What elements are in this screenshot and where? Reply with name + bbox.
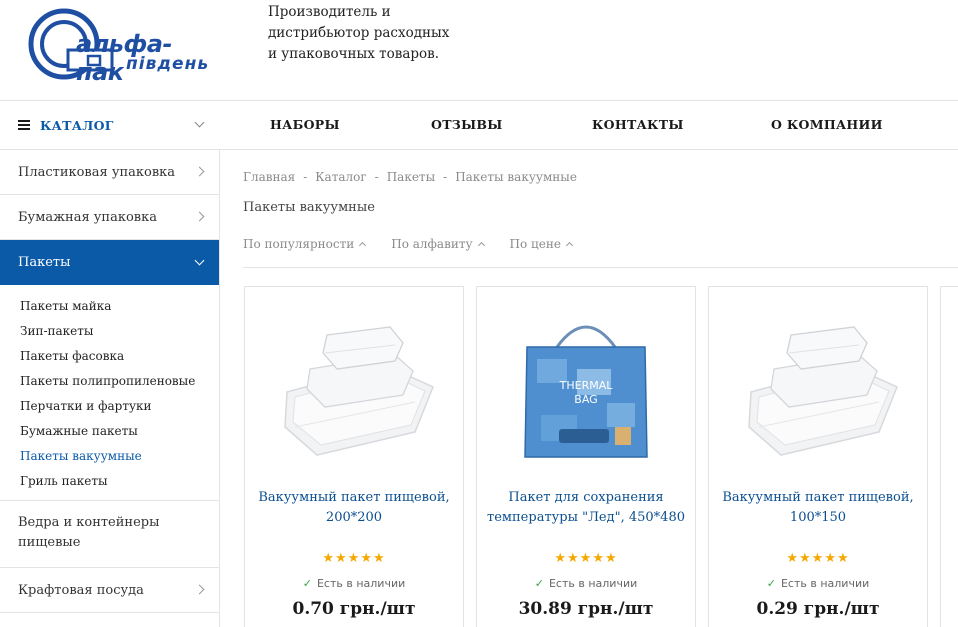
sidebar-subitem[interactable]: Пакеты фасовка <box>20 344 219 369</box>
sidebar-item-label: Пластиковая упаковка <box>18 164 176 180</box>
sidebar-subitems: Пакеты майка Зип-пакеты Пакеты фасовка П… <box>0 285 219 501</box>
chevron-up-icon <box>477 241 485 250</box>
site-header: альфа-пак південь Производитель и дистри… <box>0 0 958 101</box>
logo[interactable]: альфа-пак південь <box>28 6 210 86</box>
product-price: 30.89 грн./шт <box>518 599 654 619</box>
sidebar-item-label: Крафтовая посуда <box>18 582 144 598</box>
product-card[interactable]: Вакуумный пакет пищевой, 200*200 ★★★★★ ✓… <box>244 286 464 627</box>
sidebar-item-plastic-packaging[interactable]: Пластиковая упаковка <box>0 150 219 195</box>
breadcrumb-link-home[interactable]: Главная <box>243 170 295 184</box>
sidebar-item-kraft-tableware[interactable]: Крафтовая посуда <box>0 568 219 613</box>
stock-label: Есть в наличии <box>316 577 406 590</box>
nav-reviews[interactable]: ОТЗЫВЫ <box>431 101 503 149</box>
sort-price[interactable]: По цене <box>509 237 573 251</box>
sort-options: По популярности По алфавиту По цене <box>243 237 598 251</box>
sidebar-subitem[interactable]: Пакеты майка <box>20 294 219 319</box>
product-image[interactable] <box>265 307 443 477</box>
nav-about[interactable]: О КОМПАНИИ <box>771 101 883 149</box>
product-title[interactable]: Вакуумный пакет пищевой, 100*150 <box>719 488 917 528</box>
rating-stars: ★★★★★ <box>322 551 386 566</box>
sidebar-item-paper-packaging[interactable]: Бумажная упаковка <box>0 195 219 240</box>
nav-contacts[interactable]: КОНТАКТЫ <box>592 101 684 149</box>
sort-label: По алфавиту <box>391 237 473 251</box>
product-price: 0.70 грн./шт <box>292 599 416 619</box>
main-nav: КАТАЛОГ НАБОРЫ ОТЗЫВЫ КОНТАКТЫ О КОМПАНИ… <box>0 101 958 150</box>
sidebar-subitem[interactable]: Гриль пакеты <box>20 469 219 494</box>
divider <box>243 267 958 268</box>
sidebar-subitem[interactable]: Пакеты полипропиленовые <box>20 369 219 394</box>
nav-sets[interactable]: НАБОРЫ <box>270 101 340 149</box>
tagline-line: и упаковочных товаров. <box>268 46 440 62</box>
breadcrumb: Главная - Каталог - Пакеты - Пакеты вакуумные <box>243 170 577 184</box>
sort-popularity[interactable]: По популярности <box>243 237 367 251</box>
menu-icon <box>18 120 30 130</box>
sidebar-item-label: Пакеты <box>18 255 71 270</box>
check-icon: ✓ <box>534 577 544 590</box>
breadcrumb-link-catalog[interactable]: Каталог <box>315 170 366 184</box>
thermal-bag-image: THERMAL BAG <box>524 325 648 458</box>
stock-status: ✓ Есть в наличии <box>245 577 463 590</box>
check-icon: ✓ <box>302 577 312 590</box>
chevron-down-icon <box>194 117 205 128</box>
stock-status: ✓ Есть в наличии <box>477 577 695 590</box>
sort-label: По цене <box>509 237 561 251</box>
sort-alphabet[interactable]: По алфавиту <box>391 237 485 251</box>
thermal-bag-label: BAG <box>574 393 597 406</box>
product-image[interactable] <box>729 307 907 477</box>
stock-label: Есть в наличии <box>780 577 870 590</box>
catalog-label: КАТАЛОГ <box>40 117 114 133</box>
breadcrumb-current: Пакеты вакуумные <box>455 170 577 184</box>
catalog-menu-button[interactable]: КАТАЛОГ <box>0 101 219 149</box>
check-icon: ✓ <box>766 577 776 590</box>
logo-subtext: південь <box>126 54 210 74</box>
rating-stars: ★★★★★ <box>554 551 618 566</box>
product-card[interactable]: THERMAL BAG Пакет для сохранения темпера… <box>476 286 696 627</box>
vacuum-bags-image <box>748 326 898 456</box>
sort-label: По популярности <box>243 237 355 251</box>
product-title[interactable]: Вакуумный пакет пищевой, 200*200 <box>255 488 453 528</box>
vacuum-bags-image <box>284 326 434 456</box>
thermal-bag-label: THERMAL <box>559 379 614 392</box>
chevron-up-icon <box>359 241 367 250</box>
chevron-down-icon <box>194 255 205 265</box>
category-sidebar: Пластиковая упаковка Бумажная упаковка П… <box>0 150 220 627</box>
company-tagline: Производитель и дистрибьютор расходных и… <box>268 2 468 65</box>
sidebar-subitem[interactable]: Перчатки и фартуки <box>20 394 219 419</box>
sidebar-subitem-current[interactable]: Пакеты вакуумные <box>20 444 219 469</box>
breadcrumb-separator: - <box>374 170 379 184</box>
page-title: Пакеты вакуумные <box>243 200 375 215</box>
tagline-line: Производитель и <box>268 4 391 20</box>
product-price: 0.29 грн./шт <box>756 599 880 619</box>
sidebar-item-label: Бумажная упаковка <box>18 209 157 225</box>
product-card-partial[interactable] <box>940 286 958 627</box>
breadcrumb-link-bags[interactable]: Пакеты <box>387 170 435 184</box>
chevron-right-icon <box>194 584 205 595</box>
chevron-right-icon <box>194 166 205 177</box>
chevron-up-icon <box>565 241 573 250</box>
stock-label: Есть в наличии <box>548 577 638 590</box>
sidebar-item-containers[interactable]: Ведра и контейнеры пищевые <box>0 501 219 568</box>
breadcrumb-separator: - <box>303 170 308 184</box>
product-title[interactable]: Пакет для сохранения температуры "Лед", … <box>487 488 685 528</box>
rating-stars: ★★★★★ <box>786 551 850 566</box>
chevron-right-icon <box>194 211 205 222</box>
stock-status: ✓ Есть в наличии <box>709 577 927 590</box>
sidebar-subitem[interactable]: Бумажные пакеты <box>20 419 219 444</box>
tagline-line: дистрибьютор расходных <box>268 25 450 41</box>
sidebar-item-bags[interactable]: Пакеты <box>0 240 219 285</box>
sidebar-subitem[interactable]: Зип-пакеты <box>20 319 219 344</box>
product-image[interactable]: THERMAL BAG <box>497 307 675 477</box>
breadcrumb-separator: - <box>443 170 448 184</box>
product-card[interactable]: Вакуумный пакет пищевой, 100*150 ★★★★★ ✓… <box>708 286 928 627</box>
